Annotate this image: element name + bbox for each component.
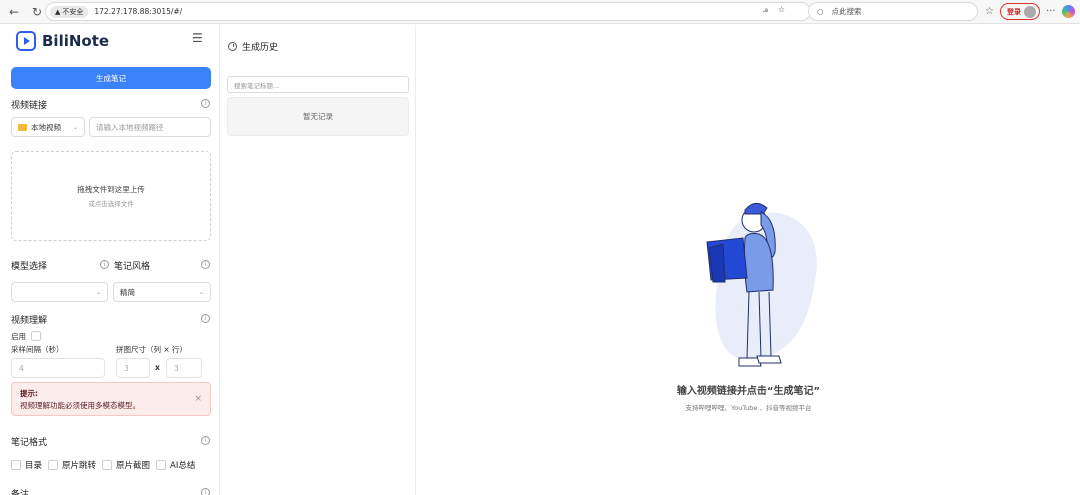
format-option-label: 原片跳转: [62, 461, 97, 471]
search-icon: ○: [817, 7, 824, 16]
copilot-icon[interactable]: [1061, 5, 1075, 18]
note-format-label: 笔记格式: [11, 438, 48, 448]
video-understanding-label: 视频理解: [11, 316, 48, 326]
read-aloud-icon[interactable]: ꭿ: [763, 5, 768, 15]
favorites-icon[interactable]: ☆: [985, 6, 994, 17]
warning-icon: ▲: [55, 7, 61, 16]
style-select-value: 精简: [120, 287, 135, 297]
empty-state-title: 输入视频链接并点击“生成笔记”: [676, 386, 821, 397]
style-select[interactable]: 精简 ⌄: [113, 282, 211, 302]
address-actions: ꭿ ☆: [763, 5, 785, 15]
logo: BiliNote: [16, 31, 109, 51]
chevron-down-icon: ⌄: [198, 288, 204, 296]
grid-x-label: x: [155, 363, 160, 372]
checkbox[interactable]: [102, 460, 113, 470]
upload-sub-text: 或点击选择文件: [88, 200, 134, 208]
delivery-illustration: [706, 203, 817, 367]
format-option-toc[interactable]: 目录: [11, 459, 42, 471]
folder-icon: [18, 123, 27, 131]
history-title-text: 生成历史: [242, 43, 279, 53]
checkbox[interactable]: [156, 460, 167, 470]
history-empty-state: 暂无记录: [227, 97, 409, 136]
grid-size-label: 拼图尺寸（列 × 行）: [116, 345, 188, 354]
address-bar[interactable]: ▲ 不安全 172.27.178.88:3015/#/: [45, 2, 811, 21]
model-label: 模型选择: [11, 262, 48, 272]
upload-main-text: 拖拽文件到这里上传: [77, 185, 145, 194]
sliders-icon[interactable]: ☰: [192, 31, 203, 45]
remark-label: 备注: [11, 490, 30, 495]
main-content: 输入视频链接并点击“生成笔记” 支持哔哩哔哩、YouTube 、抖音等视频平台: [417, 25, 1080, 495]
understanding-info-icon[interactable]: i: [201, 314, 210, 323]
remark-info-icon[interactable]: i: [201, 488, 210, 495]
enable-checkbox[interactable]: [31, 331, 41, 341]
checkbox[interactable]: [48, 460, 59, 470]
format-info-icon[interactable]: i: [201, 436, 210, 445]
model-select[interactable]: ⌄: [11, 282, 108, 302]
logo-text: BiliNote: [42, 32, 110, 50]
history-title: 生成历史: [228, 40, 278, 53]
generate-note-button[interactable]: 生成笔记: [11, 67, 211, 89]
format-option-label: 原片截图: [116, 461, 151, 471]
refresh-icon[interactable]: ↻: [28, 3, 46, 21]
video-link-label: 视频链接: [11, 101, 48, 111]
empty-state-subtitle: 支持哔哩哔哩、YouTube 、抖音等视频平台: [685, 404, 812, 412]
upload-dropzone[interactable]: 拖拽文件到这里上传 或点击选择文件: [11, 151, 211, 241]
more-icon[interactable]: ···: [1046, 6, 1056, 17]
tip-title: 提示:: [20, 389, 38, 398]
tip-body: 视频理解功能必须使用多模态模型。: [20, 401, 140, 410]
clock-icon: [228, 42, 237, 51]
format-option-label: 目录: [25, 461, 43, 471]
info-icon[interactable]: i: [201, 99, 210, 108]
video-path-input[interactable]: 请输入本地视频路径: [89, 117, 211, 137]
chevron-down-icon: ⌄: [72, 123, 78, 131]
browser-search-placeholder: 点此搜索: [831, 7, 862, 16]
format-option-jump[interactable]: 原片跳转: [48, 459, 96, 471]
close-icon[interactable]: ×: [194, 394, 202, 404]
format-option-screenshot[interactable]: 原片截图: [102, 459, 150, 471]
insecure-badge[interactable]: ▲ 不安全: [50, 5, 89, 18]
format-options: 目录 原片跳转 原片截图 AI总结: [11, 459, 201, 471]
grid-cols-input[interactable]: 3: [116, 358, 150, 378]
browser-toolbar: ← ↻ ▲ 不安全 172.27.178.88:3015/#/ ꭿ ☆ ○ 点此…: [0, 0, 1080, 24]
interval-input[interactable]: 4: [11, 358, 105, 378]
logo-play-icon: [16, 31, 36, 51]
favorite-star-icon[interactable]: ☆: [778, 5, 785, 15]
history-panel: 生成历史 搜索笔记标题... 暂无记录: [221, 25, 416, 495]
interval-label: 采样间隔（秒）: [11, 345, 64, 354]
chevron-down-icon: ⌄: [95, 288, 101, 296]
url-text: 172.27.178.88:3015/#/: [94, 7, 183, 16]
settings-sidebar: BiliNote ☰ 生成笔记 视频链接 i 本地视频 ⌄ 请输入本地视频路径 …: [0, 25, 220, 495]
source-select-value: 本地视频: [31, 122, 61, 132]
format-option-ai-summary[interactable]: AI总结: [156, 459, 195, 471]
history-search-input[interactable]: 搜索笔记标题...: [227, 76, 409, 93]
style-label: 笔记风格: [114, 262, 151, 272]
login-label: 登录: [1006, 7, 1021, 16]
enable-label: 启用: [11, 332, 26, 341]
login-button[interactable]: 登录: [999, 3, 1040, 20]
grid-rows-input[interactable]: 3: [166, 358, 202, 378]
model-info-icon[interactable]: i: [100, 260, 109, 269]
checkbox[interactable]: [11, 460, 21, 470]
tip-alert: 提示: 视频理解功能必须使用多模态模型。 ×: [11, 382, 211, 416]
source-select[interactable]: 本地视频 ⌄: [11, 117, 85, 137]
browser-right-tools: ☆ 登录 ···: [985, 2, 1075, 21]
back-icon[interactable]: ←: [5, 3, 23, 21]
avatar: [1023, 5, 1036, 18]
insecure-label: 不安全: [62, 7, 84, 16]
browser-search-box[interactable]: ○ 点此搜索: [808, 2, 978, 21]
format-option-label: AI总结: [170, 461, 196, 471]
style-info-icon[interactable]: i: [201, 260, 210, 269]
